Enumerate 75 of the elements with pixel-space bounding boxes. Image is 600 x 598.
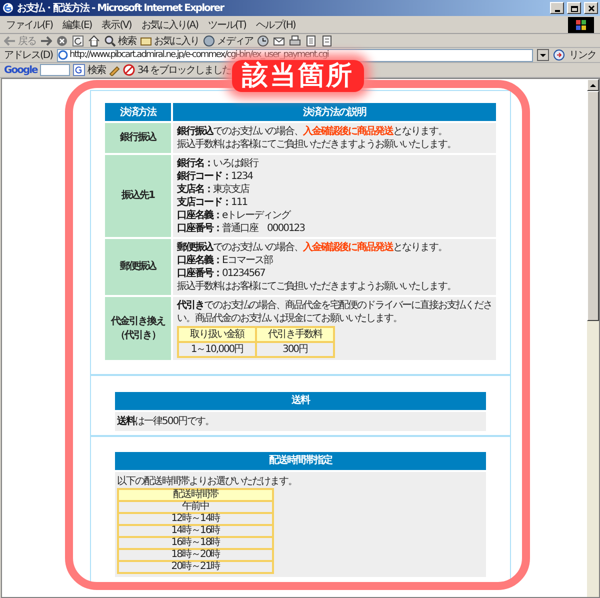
links-button[interactable]: リンク — [569, 48, 596, 62]
method-cell: 振込先1 — [105, 155, 171, 237]
mail-icon[interactable] — [273, 34, 285, 46]
column-header: 決済方法 — [105, 103, 171, 121]
favorites-button[interactable]: お気に入り — [140, 34, 199, 48]
fee-cell: 1～10,000円 — [178, 342, 256, 357]
document-icon[interactable] — [321, 34, 333, 46]
description-text: 銀行名：いろは銀行 — [177, 157, 260, 170]
scroll-thumb[interactable] — [587, 91, 599, 321]
address-label: アドレス(D) — [4, 49, 53, 62]
menu-item[interactable]: ツール(T) — [208, 18, 246, 32]
pencil-icon[interactable] — [108, 64, 120, 76]
column-header: 決済方法の説明 — [171, 103, 496, 121]
search-icon — [104, 34, 116, 46]
description-text: 口座番号：普通口座 0000123 — [177, 222, 306, 235]
close-icon[interactable] — [586, 4, 596, 12]
intro-text: 以下の配送時間帯よりお選びいただけます。 — [117, 475, 298, 488]
menu-item[interactable]: 編集(E) — [62, 18, 92, 32]
description-text: 送料は一律500円です。 — [117, 415, 216, 428]
up-arrow-icon[interactable] — [589, 82, 597, 88]
description-text: 口座名義：Eコマース部 — [177, 254, 274, 267]
google-g-icon — [73, 64, 86, 76]
search-combo[interactable] — [40, 64, 70, 76]
time-header-cell: 配送時間帯 — [118, 489, 273, 501]
google-search-button[interactable]: 検索 — [73, 63, 106, 77]
browser-icon — [2, 2, 14, 14]
time-cell: 午前中 — [118, 501, 273, 513]
fee-header-cell: 取り扱い金額 — [178, 327, 256, 342]
description-text: 銀行コード：1234 — [177, 170, 254, 183]
annotation-label: 該当箇所 — [232, 60, 364, 92]
description-text: 支店コード：111 — [177, 196, 248, 209]
description-text: 振込手数料はお客様にてご負担いただきますようお願いいたします。 — [177, 138, 457, 151]
menu-item[interactable]: ヘルプ(H) — [256, 18, 296, 32]
blocked-icon — [123, 64, 136, 76]
forward-arrow-icon[interactable] — [40, 34, 52, 46]
window-title: お支払・配送方法 - Microsoft Internet Explorer — [17, 1, 226, 15]
history-icon[interactable] — [257, 34, 269, 46]
scrollbar[interactable] — [587, 79, 599, 597]
menu-item[interactable]: お気に入り(A) — [141, 18, 198, 32]
description-text: 口座番号：01234567 — [177, 267, 266, 280]
throbber-logo — [568, 16, 594, 32]
edit-icon[interactable] — [305, 34, 317, 46]
refresh-icon[interactable] — [72, 34, 84, 46]
back-arrow-icon — [4, 34, 16, 46]
method-cell: 代金引き換え （代引き） — [105, 297, 171, 360]
popup-blocker-button[interactable]: 34 をブロックしました — [123, 63, 232, 77]
section-header: 配送時間帯指定 — [115, 452, 486, 470]
method-cell: 郵便振込 — [105, 239, 171, 295]
stop-icon[interactable] — [56, 34, 68, 46]
description-text: 振込手数料はお客様にてご負担いただきますようお願いいたします。 — [177, 280, 457, 293]
description-text: 代引きでのお支払の場合、商品代金を宅配便のドライバーに直接お支払ください。商品代金のお支払いは現金にてお願いいたします。 — [177, 299, 492, 325]
description-text: 銀行振込でのお支払いの場合、入金確認後に商品発送となります。 — [177, 125, 448, 138]
time-cell: 20時～21時 — [118, 561, 273, 573]
home-icon[interactable] — [88, 34, 100, 46]
menu-item[interactable]: 表示(V) — [102, 18, 132, 32]
time-cell: 16時～18時 — [118, 537, 273, 549]
method-cell: 銀行振込 — [105, 123, 171, 153]
menu-item[interactable]: ファイル(F) — [6, 18, 53, 32]
dropdown-icon[interactable] — [537, 49, 549, 61]
description-text: 郵便振込でのお支払いの場合、入金確認後に商品発送となります。 — [177, 241, 448, 254]
fee-header-cell: 代引き手数料 — [256, 327, 334, 342]
time-cell: 12時～14時 — [118, 513, 273, 525]
section-header: 送料 — [115, 392, 486, 410]
go-icon[interactable] — [553, 49, 565, 61]
description-text: 口座名義：eトレーディング — [177, 209, 292, 222]
print-icon[interactable] — [289, 34, 301, 46]
media-button[interactable]: メディア — [203, 34, 253, 48]
time-cell: 18時～20時 — [118, 549, 273, 561]
fee-cell: 300円 — [256, 342, 334, 357]
google-logo: Google — [4, 64, 38, 76]
time-cell: 14時～16時 — [118, 525, 273, 537]
maximize-icon[interactable] — [570, 4, 578, 12]
search-button[interactable]: 検索 — [104, 34, 136, 48]
description-text: 支店名：東京支店 — [177, 183, 250, 196]
folder-icon — [140, 34, 152, 46]
